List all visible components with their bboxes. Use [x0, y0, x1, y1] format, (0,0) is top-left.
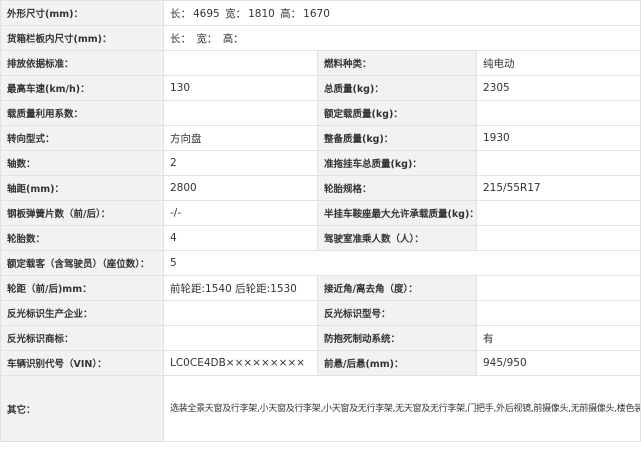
table-row: 转向型式： 方向盘 整备质量(kg)： 1930: [0, 125, 641, 151]
field-value: 1930: [476, 125, 641, 151]
field-value: [476, 100, 641, 126]
field-label: 轮胎数：: [0, 225, 164, 251]
field-value: 945/950: [476, 350, 641, 376]
field-value: [163, 100, 318, 126]
table-row: 轮胎数： 4 驾驶室准乘人数（人）：: [0, 225, 641, 251]
field-value: 2305: [476, 75, 641, 101]
field-label: 其它：: [0, 375, 164, 442]
field-label: 最高车速(km/h)：: [0, 75, 164, 101]
table-row: 轴距(mm)： 2800 轮胎规格： 215/55R17: [0, 175, 641, 201]
field-label: 轴数：: [0, 150, 164, 176]
length-label: 长：: [170, 32, 191, 45]
field-label: 载质量利用系数：: [0, 100, 164, 126]
field-value: 130: [163, 75, 318, 101]
table-row: 外形尺寸(mm)： 长： 4695 宽： 1810 高： 1670: [0, 0, 641, 26]
width-label: 宽：: [225, 7, 247, 20]
field-label: 驾驶室准乘人数（人）：: [317, 225, 477, 251]
table-row: 最高车速(km/h)： 130 总质量(kg)： 2305: [0, 75, 641, 101]
field-label: 额定载质量(kg)：: [317, 100, 477, 126]
field-value: [476, 275, 641, 301]
table-row: 排放依据标准： 燃料种类： 纯电动: [0, 50, 641, 76]
table-row: 货箱栏板内尺寸(mm)： 长： 宽： 高：: [0, 25, 641, 51]
field-value: 5: [163, 250, 641, 276]
field-label: 反光标识商标：: [0, 325, 164, 351]
width-value: 1810: [248, 7, 275, 20]
height-value: 1670: [303, 7, 330, 20]
field-value: [163, 300, 318, 326]
table-row: 轮距（前/后)mm： 前轮距:1540 后轮距:1530 接近角/离去角（度）：: [0, 275, 641, 301]
field-label: 半挂车鞍座最大允许承载质量(kg)：: [317, 200, 477, 226]
field-label: 轮胎规格：: [317, 175, 477, 201]
table-row-other: 其它： 选装全景天窗及行李架,小天窗及行李架,小天窗及无行李架,无天窗及无行李架…: [0, 375, 641, 442]
field-value: 前轮距:1540 后轮距:1530: [163, 275, 318, 301]
field-label: 钢板弹簧片数（前/后）：: [0, 200, 164, 226]
field-label: 货箱栏板内尺寸(mm)：: [0, 25, 164, 51]
vehicle-spec-sheet: 外形尺寸(mm)： 长： 4695 宽： 1810 高： 1670 货箱栏板内尺寸(m…: [0, 0, 641, 458]
table-row: 钢板弹簧片数（前/后）： -/- 半挂车鞍座最大允许承载质量(kg)：: [0, 200, 641, 226]
field-label: 反光标识生产企业：: [0, 300, 164, 326]
field-label: 转向型式：: [0, 125, 164, 151]
field-value: [163, 325, 318, 351]
field-label: 外形尺寸(mm)：: [0, 0, 164, 26]
field-label: 额定载客（含驾驶员）（座位数）：: [0, 250, 164, 276]
table-row: 反光标识商标： 防抱死制动系统： 有: [0, 325, 641, 351]
field-value: [476, 225, 641, 251]
table-row: 载质量利用系数： 额定载质量(kg)：: [0, 100, 641, 126]
field-value: [476, 200, 641, 226]
field-value: 215/55R17: [476, 175, 641, 201]
field-label: 防抱死制动系统：: [317, 325, 477, 351]
length-value: 4695: [193, 7, 220, 20]
field-label: 整备质量(kg)：: [317, 125, 477, 151]
table-row: 额定载客（含驾驶员）（座位数）： 5: [0, 250, 641, 276]
field-label: 排放依据标准：: [0, 50, 164, 76]
field-value: 有: [476, 325, 641, 351]
spec-table: 外形尺寸(mm)： 长： 4695 宽： 1810 高： 1670 货箱栏板内尺寸(m…: [0, 0, 641, 442]
cargo-box-dimensions-value: 长： 宽： 高：: [163, 25, 641, 51]
field-label: 轮距（前/后)mm：: [0, 275, 164, 301]
field-label: 准拖挂车总质量(kg)：: [317, 150, 477, 176]
field-label: 总质量(kg)：: [317, 75, 477, 101]
field-label: 接近角/离去角（度）：: [317, 275, 477, 301]
field-value: 方向盘: [163, 125, 318, 151]
field-value: 2800: [163, 175, 318, 201]
field-value: [476, 300, 641, 326]
height-label: 高：: [280, 7, 302, 20]
table-row: 反光标识生产企业： 反光标识型号：: [0, 300, 641, 326]
field-value: [163, 50, 318, 76]
overall-dimensions-value: 长： 4695 宽： 1810 高： 1670: [163, 0, 641, 26]
field-value: 2: [163, 150, 318, 176]
field-label: 前悬/后悬(mm)：: [317, 350, 477, 376]
field-value: [476, 150, 641, 176]
field-label: 反光标识型号：: [317, 300, 477, 326]
field-value: -/-: [163, 200, 318, 226]
field-label: 轴距(mm)：: [0, 175, 164, 201]
field-label: 燃料种类：: [317, 50, 477, 76]
table-row: 车辆识别代号（VIN）： LC0CE4DB××××××××× 前悬/后悬(mm)…: [0, 350, 641, 376]
field-label: 车辆识别代号（VIN）：: [0, 350, 164, 376]
field-value: LC0CE4DB×××××××××: [163, 350, 318, 376]
other-notes-value: 选装全景天窗及行李架,小天窗及行李架,小天窗及无行李架,无天窗及无行李架,门把手…: [163, 375, 641, 442]
height-label: 高：: [222, 32, 244, 45]
width-label: 宽：: [196, 32, 218, 45]
table-row: 轴数： 2 准拖挂车总质量(kg)：: [0, 150, 641, 176]
field-value: 4: [163, 225, 318, 251]
length-label: 长：: [170, 7, 191, 20]
field-value: 纯电动: [476, 50, 641, 76]
